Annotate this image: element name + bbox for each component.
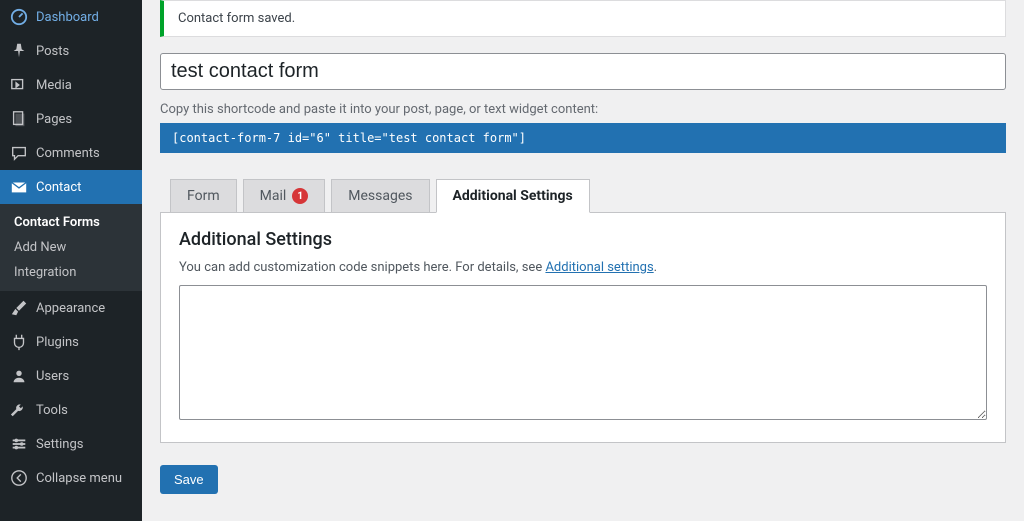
sidebar-item-label: Plugins bbox=[36, 335, 79, 350]
sidebar-item-dashboard[interactable]: Dashboard bbox=[0, 0, 142, 34]
comments-icon bbox=[10, 144, 28, 162]
sidebar-item-media[interactable]: Media bbox=[0, 68, 142, 102]
tab-mail[interactable]: Mail 1 bbox=[243, 179, 326, 213]
sidebar-item-label: Appearance bbox=[36, 301, 105, 316]
sidebar-item-label: Contact bbox=[36, 180, 81, 195]
submenu-item-integration[interactable]: Integration bbox=[0, 260, 142, 285]
submenu-item-contact-forms[interactable]: Contact Forms bbox=[0, 210, 142, 235]
sidebar-item-collapse[interactable]: Collapse menu bbox=[0, 461, 142, 495]
tab-label: Messages bbox=[348, 188, 412, 204]
form-title-input[interactable] bbox=[160, 53, 1006, 90]
admin-sidebar: Dashboard Posts Media Pages Comments Con… bbox=[0, 0, 142, 521]
sidebar-item-label: Tools bbox=[36, 403, 68, 418]
sidebar-item-label: Dashboard bbox=[36, 10, 99, 25]
plug-icon bbox=[10, 333, 28, 351]
sidebar-item-label: Posts bbox=[36, 44, 69, 59]
alert-badge-icon: 1 bbox=[292, 188, 308, 204]
notice-message: Contact form saved. bbox=[178, 11, 295, 26]
save-button[interactable]: Save bbox=[160, 465, 218, 494]
submenu-item-add-new[interactable]: Add New bbox=[0, 235, 142, 260]
tabs-row: Form Mail 1 Messages Additional Settings bbox=[160, 179, 1006, 213]
sidebar-item-settings[interactable]: Settings bbox=[0, 427, 142, 461]
tab-form[interactable]: Form bbox=[170, 179, 237, 213]
sidebar-item-label: Users bbox=[36, 369, 69, 384]
wrench-icon bbox=[10, 401, 28, 419]
panel-description: You can add customization code snippets … bbox=[179, 260, 987, 275]
brush-icon bbox=[10, 299, 28, 317]
additional-settings-link[interactable]: Additional settings bbox=[545, 260, 653, 275]
user-icon bbox=[10, 367, 28, 385]
shortcode-box[interactable]: [contact-form-7 id="6" title="test conta… bbox=[160, 123, 1006, 153]
sidebar-item-label: Comments bbox=[36, 146, 100, 161]
settings-icon bbox=[10, 435, 28, 453]
sidebar-submenu: Contact Forms Add New Integration bbox=[0, 204, 142, 291]
dashboard-icon bbox=[10, 8, 28, 26]
additional-settings-textarea[interactable] bbox=[179, 285, 987, 420]
sidebar-item-label: Pages bbox=[36, 112, 72, 127]
tab-label: Mail bbox=[260, 188, 287, 204]
sidebar-item-plugins[interactable]: Plugins bbox=[0, 325, 142, 359]
tab-label: Form bbox=[187, 188, 220, 204]
shortcode-description: Copy this shortcode and paste it into yo… bbox=[160, 102, 1006, 117]
sidebar-item-comments[interactable]: Comments bbox=[0, 136, 142, 170]
sidebar-item-label: Collapse menu bbox=[36, 471, 122, 486]
pin-icon bbox=[10, 42, 28, 60]
tab-label: Additional Settings bbox=[453, 188, 573, 204]
sidebar-item-users[interactable]: Users bbox=[0, 359, 142, 393]
sidebar-item-label: Settings bbox=[36, 437, 83, 452]
collapse-icon bbox=[10, 469, 28, 487]
sidebar-item-appearance[interactable]: Appearance bbox=[0, 291, 142, 325]
sidebar-item-pages[interactable]: Pages bbox=[0, 102, 142, 136]
media-icon bbox=[10, 76, 28, 94]
sidebar-item-label: Media bbox=[36, 78, 72, 93]
additional-settings-panel: Additional Settings You can add customiz… bbox=[160, 212, 1006, 443]
pages-icon bbox=[10, 110, 28, 128]
sidebar-item-contact[interactable]: Contact bbox=[0, 170, 142, 204]
tab-additional-settings[interactable]: Additional Settings bbox=[436, 179, 590, 213]
sidebar-item-tools[interactable]: Tools bbox=[0, 393, 142, 427]
tab-messages[interactable]: Messages bbox=[331, 179, 429, 213]
main-content: Contact form saved. Copy this shortcode … bbox=[142, 0, 1024, 521]
success-notice: Contact form saved. bbox=[160, 0, 1006, 37]
panel-heading: Additional Settings bbox=[179, 229, 987, 250]
mail-icon bbox=[10, 178, 28, 196]
sidebar-item-posts[interactable]: Posts bbox=[0, 34, 142, 68]
